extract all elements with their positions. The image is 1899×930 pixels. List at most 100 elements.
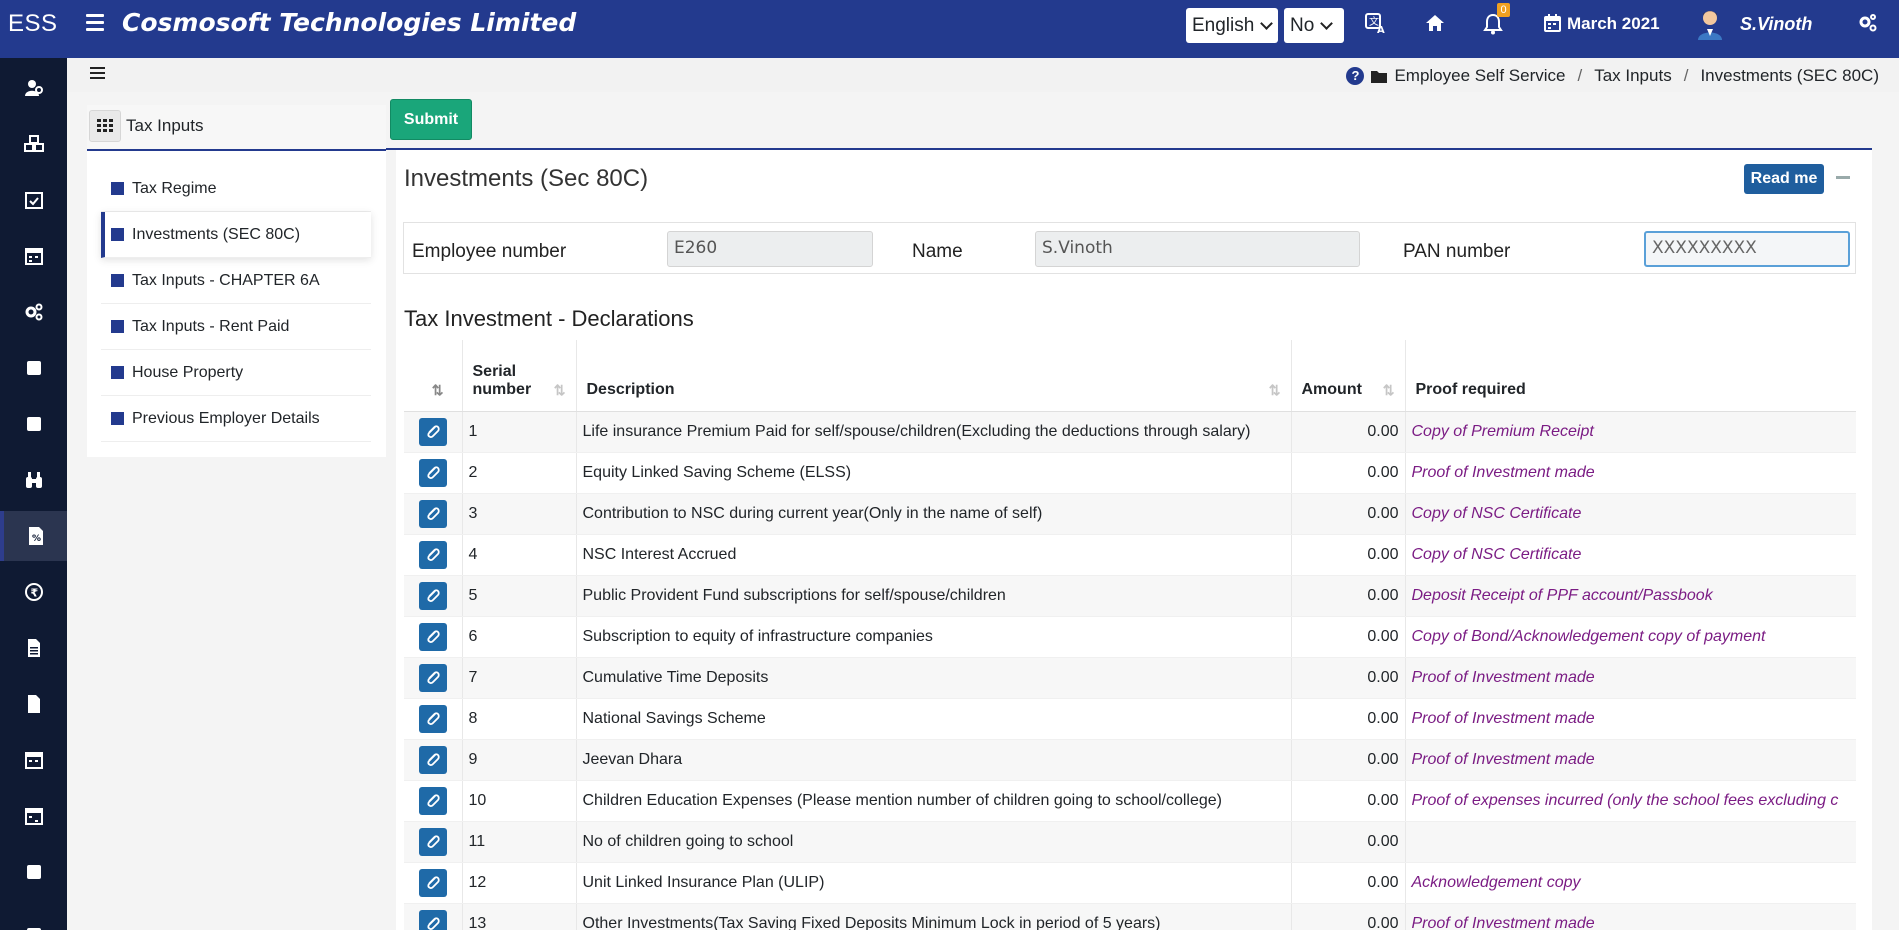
help-icon[interactable]: ?	[1346, 67, 1365, 85]
square-icon[interactable]	[0, 903, 67, 930]
amount-cell: 0.00	[1291, 903, 1406, 930]
calendar-icon[interactable]	[1544, 14, 1561, 38]
amount-cell: 0.00	[1291, 575, 1406, 617]
description-cell: Contribution to NSC during current year(…	[576, 493, 1292, 535]
paperclip-icon[interactable]	[418, 868, 447, 897]
calendar-icon[interactable]	[0, 231, 67, 281]
amount-cell: 0.00	[1291, 739, 1406, 781]
description-header[interactable]: Description ⇅	[576, 340, 1292, 412]
proof-cell: Copy of NSC Certificate	[1405, 493, 1856, 535]
serial-cell: 4	[462, 534, 577, 576]
breadcrumb-item[interactable]: Tax Inputs	[1594, 66, 1672, 86]
proof-required-header[interactable]: Proof required	[1405, 340, 1856, 412]
gear-icon[interactable]	[1858, 13, 1878, 39]
breadcrumb: ? Employee Self Service / Tax Inputs / I…	[1346, 66, 1879, 86]
paperclip-icon[interactable]	[418, 581, 447, 610]
menu-item-chapter-6a[interactable]: Tax Inputs - CHAPTER 6A	[101, 258, 371, 304]
paperclip-icon[interactable]	[418, 622, 447, 651]
paperclip-icon[interactable]	[418, 663, 447, 692]
sort-icon: ⇅	[431, 381, 444, 398]
employee-number-label: Employee number	[412, 241, 567, 262]
column-label: Serial number	[472, 362, 532, 398]
rupee-icon[interactable]: ₹	[0, 567, 67, 617]
proof-cell: Proof of Investment made	[1405, 452, 1856, 494]
file-icon[interactable]	[0, 679, 67, 729]
user-avatar[interactable]	[1696, 8, 1724, 40]
attachment-cell	[404, 452, 463, 494]
paperclip-icon[interactable]	[418, 499, 447, 528]
menu-item-tax-regime[interactable]: Tax Regime	[101, 166, 371, 212]
menu-item-previous-employer[interactable]: Previous Employer Details	[101, 396, 371, 442]
cogs-icon[interactable]	[0, 287, 67, 337]
square-icon[interactable]	[0, 847, 67, 897]
collapse-icon[interactable]	[1836, 176, 1850, 179]
tax-file-icon[interactable]: %	[0, 511, 67, 561]
table-row: 12 Unit Linked Insurance Plan (ULIP) 0.00 A…	[404, 862, 1856, 904]
serial-number-header[interactable]: Serial number ⇅	[462, 340, 577, 412]
calendar-icon[interactable]	[0, 735, 67, 785]
table-row: 8 National Savings Scheme 0.00 Proof of Inv…	[404, 698, 1856, 740]
tax-inputs-menu: Tax Inputs Tax Regime Investments (SEC 8…	[87, 105, 386, 457]
attachment-cell	[404, 821, 463, 863]
calendar-check-icon[interactable]	[0, 175, 67, 225]
pan-number-label: PAN number	[1403, 241, 1511, 262]
amount-header[interactable]: Amount ⇅	[1291, 340, 1406, 412]
toggle-select[interactable]: No	[1284, 8, 1344, 43]
menu-item-investments[interactable]: Investments (SEC 80C)	[101, 212, 371, 258]
icon-sidebar: % ₹	[0, 58, 67, 930]
paperclip-icon[interactable]	[418, 909, 447, 930]
binoculars-icon[interactable]	[0, 455, 67, 505]
menu-item-house-property[interactable]: House Property	[101, 350, 371, 396]
paperclip-icon[interactable]	[418, 745, 447, 774]
table-row: 3 Contribution to NSC during current year…	[404, 493, 1856, 535]
menu-item-label: Tax Inputs - CHAPTER 6A	[132, 271, 320, 289]
description-cell: Jeevan Dhara	[576, 739, 1292, 781]
read-me-button[interactable]: Read me	[1744, 164, 1824, 194]
grid-icon[interactable]	[89, 110, 121, 142]
description-cell: Cumulative Time Deposits	[576, 657, 1292, 699]
attachment-cell	[404, 575, 463, 617]
name-field: S.Vinoth	[1035, 231, 1360, 267]
description-cell: Life insurance Premium Paid for self/spo…	[576, 411, 1292, 453]
square-icon[interactable]	[0, 343, 67, 393]
table-row: 5 Public Provident Fund subscriptions for…	[404, 575, 1856, 617]
paperclip-icon[interactable]	[418, 417, 447, 446]
proof-cell: Proof of Investment made	[1405, 739, 1856, 781]
chevron-down-icon	[1260, 16, 1274, 30]
table-row: 11 No of children going to school 0.00	[404, 821, 1856, 863]
paperclip-icon[interactable]	[418, 458, 447, 487]
paperclip-icon[interactable]	[418, 827, 447, 856]
breadcrumb-item[interactable]: Employee Self Service	[1394, 66, 1565, 86]
paperclip-icon[interactable]	[418, 704, 447, 733]
home-icon[interactable]	[1425, 13, 1445, 39]
panel-menu-icon[interactable]	[90, 67, 105, 81]
language-select[interactable]: English	[1186, 8, 1278, 43]
attachment-cell	[404, 534, 463, 576]
menu-item-label: Previous Employer Details	[132, 409, 320, 427]
amount-cell: 0.00	[1291, 780, 1406, 822]
calendar-icon[interactable]	[0, 791, 67, 841]
users-icon[interactable]	[0, 63, 67, 113]
user-name[interactable]: S.Vinoth	[1740, 14, 1812, 35]
bullet-icon	[111, 320, 124, 333]
menu-item-rent-paid[interactable]: Tax Inputs - Rent Paid	[101, 304, 371, 350]
proof-cell: Proof of Investment made	[1405, 903, 1856, 930]
menu-toggle-icon[interactable]	[86, 14, 104, 31]
pan-number-input[interactable]: XXXXXXXXX	[1644, 231, 1850, 267]
submit-button[interactable]: Submit	[390, 99, 472, 140]
square-icon[interactable]	[0, 399, 67, 449]
attachment-cell	[404, 780, 463, 822]
proof-cell: Proof of Investment made	[1405, 657, 1856, 699]
sort-icon: ⇅	[553, 381, 566, 398]
table-row: 10 Children Education Expenses (Please me…	[404, 780, 1856, 822]
bullet-icon	[111, 412, 124, 425]
period-label[interactable]: March 2021	[1567, 14, 1660, 34]
document-icon[interactable]	[0, 623, 67, 673]
bell-icon[interactable]	[1483, 13, 1503, 41]
cubes-icon[interactable]	[0, 119, 67, 169]
translate-icon[interactable]: 文A	[1364, 11, 1388, 41]
sort-column-header[interactable]: ⇅	[404, 340, 463, 412]
paperclip-icon[interactable]	[418, 540, 447, 569]
paperclip-icon[interactable]	[418, 786, 447, 815]
app-brand[interactable]: ESS	[8, 10, 58, 38]
